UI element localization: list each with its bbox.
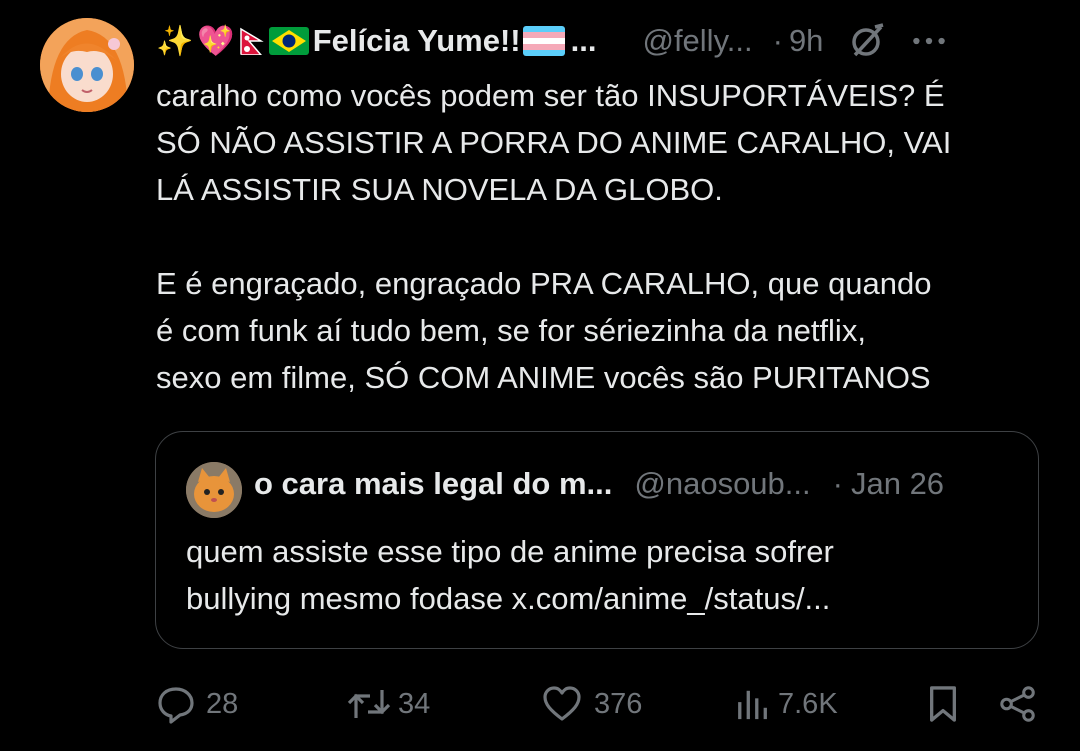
repost-button[interactable]: 34	[346, 680, 430, 728]
brazil-flag-icon	[268, 27, 309, 55]
quote-time[interactable]: Jan 26	[851, 466, 944, 502]
quote-handle[interactable]: @naosoub...	[634, 466, 810, 502]
like-button[interactable]: 376	[542, 680, 642, 728]
quote-text: quem assiste esse tipo de anime precisa …	[186, 534, 834, 616]
author-display-name[interactable]: Felícia Yume!!	[313, 23, 521, 59]
author-avatar[interactable]	[40, 18, 134, 112]
views-icon	[736, 684, 770, 724]
heart-emoji: 💖	[197, 23, 235, 59]
bookmark-button[interactable]	[926, 680, 960, 728]
author-handle[interactable]: @felly...	[642, 23, 752, 59]
reply-count: 28	[206, 687, 239, 720]
reply-icon	[156, 684, 196, 724]
share-button[interactable]	[998, 680, 1038, 728]
quote-display-name[interactable]: o cara mais legal do m...	[254, 466, 612, 502]
repost-count: 34	[398, 687, 431, 720]
view-count: 7.6K	[778, 687, 838, 720]
nepal-flag-icon	[239, 27, 265, 55]
like-icon	[542, 684, 582, 724]
share-icon	[998, 683, 1038, 725]
repost-icon	[346, 684, 392, 724]
grok-icon[interactable]	[847, 21, 887, 61]
views-button[interactable]: 7.6K	[736, 680, 838, 728]
separator-dot: ·	[772, 23, 783, 58]
quoted-tweet[interactable]: o cara mais legal do m... @naosoub... · …	[155, 431, 1039, 649]
tweet-time[interactable]: 9h	[789, 23, 823, 59]
sparkles-emoji: ✨	[156, 23, 194, 59]
bookmark-icon	[926, 683, 960, 725]
action-bar: 28 34 376 7.6K	[156, 680, 1046, 728]
tweet-header: ✨ 💖 Felícia Yume!! ... @felly... · 9h	[156, 18, 1036, 64]
quote-author-avatar[interactable]	[186, 462, 242, 518]
name-truncation: ...	[570, 23, 597, 58]
reply-button[interactable]: 28	[156, 680, 238, 728]
like-count: 376	[594, 687, 643, 720]
quote-separator-dot: ·	[832, 466, 843, 501]
more-icon[interactable]	[909, 21, 949, 61]
tweet-text: caralho como vocês podem ser tão INSUPOR…	[156, 78, 952, 395]
quote-header: o cara mais legal do m... @naosoub... · …	[254, 466, 944, 502]
trans-flag-icon	[522, 26, 565, 56]
